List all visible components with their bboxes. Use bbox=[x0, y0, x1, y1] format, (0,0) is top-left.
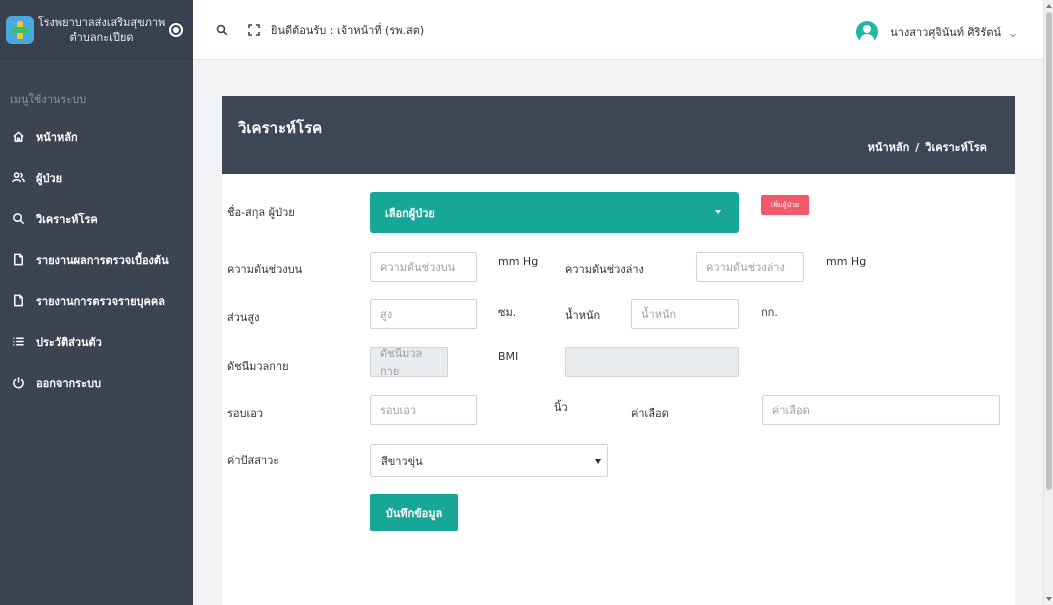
sidebar: โรงพยาบาลส่งเสริมสุขภาพ ตำบลกะเปียด เมนู… bbox=[0, 0, 193, 605]
list-icon bbox=[10, 334, 26, 350]
urine-label: ค่าปัสสาวะ bbox=[227, 454, 280, 467]
user-name: นางสาวศุจินันท์ ศิริรัตน์ bbox=[890, 26, 1001, 39]
breadcrumb-separator: / bbox=[915, 141, 920, 154]
patient-select[interactable]: เลือกผู้ป่วย bbox=[370, 192, 739, 233]
bmi-unit: BMI bbox=[498, 350, 519, 363]
sidebar-item-report-individual[interactable]: รายงานการตรวจรายบุคคล bbox=[0, 280, 193, 321]
breadcrumb-current: วิเคราะห์โรค bbox=[925, 141, 987, 154]
waist-unit: นิ้ว bbox=[554, 401, 568, 414]
weight-unit: กก. bbox=[761, 306, 778, 319]
sidebar-item-label: รายงานการตรวจรายบุคคล bbox=[36, 294, 165, 308]
blood-input[interactable]: ค่าเลือด bbox=[762, 395, 1000, 425]
systolic-label: ความดันช่วงบน bbox=[227, 263, 303, 276]
urine-select[interactable]: สีขาวขุ่น bbox=[370, 444, 608, 477]
analyze-card: วิเคราะห์โรค หน้าหลัก / วิเคราะห์โรค ชื่อ-… bbox=[222, 96, 1015, 605]
chevron-down-icon bbox=[1009, 28, 1017, 38]
height-input[interactable]: สูง bbox=[370, 299, 477, 329]
sidebar-item-patients[interactable]: ผู้ป่วย bbox=[0, 157, 193, 198]
scroll-thumb[interactable] bbox=[1046, 12, 1052, 490]
topbar: ยินดีต้อนรับ : เจ้าหน้าที่ (รพ.สต) นางสา… bbox=[193, 0, 1043, 60]
breadcrumb: หน้าหลัก / วิเคราะห์โรค bbox=[868, 138, 987, 156]
search-icon[interactable] bbox=[215, 23, 229, 37]
sidebar-toggle-icon[interactable] bbox=[169, 22, 183, 37]
waist-label: รอบเอว bbox=[227, 407, 264, 420]
sidebar-item-label: ออกจากระบบ bbox=[36, 376, 101, 390]
bmi-result-field bbox=[565, 347, 739, 377]
brand-line2: ตำบลกะเปียด bbox=[69, 30, 134, 44]
sidebar-item-label: รายงานผลการตรวจเบื้องต้น bbox=[36, 253, 169, 267]
sidebar-item-logout[interactable]: ออกจากระบบ bbox=[0, 362, 193, 403]
power-icon bbox=[10, 375, 26, 391]
card-header: วิเคราะห์โรค หน้าหลัก / วิเคราะห์โรค bbox=[222, 96, 1015, 174]
patient-select-value: เลือกผู้ป่วย bbox=[385, 206, 435, 220]
sidebar-item-label: ประวัติส่วนตัว bbox=[36, 335, 102, 349]
sidebar-item-label: ผู้ป่วย bbox=[36, 171, 63, 185]
weight-label: น้ำหนัก bbox=[565, 309, 601, 322]
scroll-down-arrow-icon[interactable] bbox=[1046, 597, 1052, 601]
urine-select-value: สีขาวขุ่น bbox=[381, 454, 423, 468]
bmi-input: ดัชนีมวลกาย bbox=[370, 347, 448, 378]
height-unit: ซม. bbox=[498, 306, 517, 319]
caret-down-icon bbox=[715, 210, 721, 214]
diastolic-label: ความดันช่วงล่าง bbox=[565, 263, 644, 276]
brand: โรงพยาบาลส่งเสริมสุขภาพ ตำบลกะเปียด bbox=[0, 0, 193, 60]
diastolic-unit: mm Hg bbox=[826, 255, 867, 268]
add-patient-button[interactable]: เพิ่มผู้ป่วย bbox=[761, 195, 809, 215]
sidebar-item-report-basic[interactable]: รายงานผลการตรวจเบื้องต้น bbox=[0, 239, 193, 280]
home-icon bbox=[10, 129, 26, 145]
search-icon bbox=[10, 211, 26, 227]
caret-down-icon bbox=[595, 459, 601, 464]
brand-text: โรงพยาบาลส่งเสริมสุขภาพ ตำบลกะเปียด bbox=[34, 15, 169, 45]
fullscreen-icon[interactable] bbox=[247, 23, 261, 37]
bmi-label: ดัชนีมวลกาย bbox=[227, 360, 289, 373]
waist-input[interactable]: รอบเอว bbox=[370, 395, 477, 425]
sidebar-item-label: หน้าหลัก bbox=[36, 130, 78, 144]
weight-input[interactable]: น้ำหนัก bbox=[631, 299, 739, 329]
systolic-unit: mm Hg bbox=[498, 255, 539, 268]
brand-line1: โรงพยาบาลส่งเสริมสุขภาพ bbox=[37, 15, 166, 29]
sidebar-item-profile[interactable]: ประวัติส่วนตัว bbox=[0, 321, 193, 362]
systolic-input[interactable]: ความดันช่วงบน bbox=[370, 252, 477, 282]
blood-label: ค่าเลือด bbox=[631, 407, 669, 420]
user-menu[interactable]: นางสาวศุจินันท์ ศิริรัตน์ bbox=[856, 21, 1017, 43]
height-label: ส่วนสูง bbox=[227, 311, 260, 324]
sidebar-item-home[interactable]: หน้าหลัก bbox=[0, 116, 193, 157]
patient-label: ชื่อ-สกุล ผู้ป่วย bbox=[227, 206, 295, 219]
users-icon bbox=[10, 170, 26, 186]
save-button[interactable]: บันทึกข้อมูล bbox=[370, 494, 458, 531]
hospital-logo-icon bbox=[6, 15, 34, 44]
diastolic-input[interactable]: ความดันช่วงล่าง bbox=[696, 252, 804, 282]
avatar bbox=[856, 21, 879, 43]
sidebar-item-label: วิเคราะห์โรค bbox=[36, 212, 98, 226]
sidebar-item-analyze[interactable]: วิเคราะห์โรค bbox=[0, 198, 193, 239]
file-icon bbox=[10, 252, 26, 268]
breadcrumb-home[interactable]: หน้าหลัก bbox=[868, 141, 910, 154]
file-icon bbox=[10, 293, 26, 309]
welcome-text: ยินดีต้อนรับ : เจ้าหน้าที่ (รพ.สต) bbox=[271, 23, 425, 37]
scroll-up-arrow-icon[interactable] bbox=[1046, 4, 1052, 8]
page-scrollbar[interactable] bbox=[1043, 0, 1053, 605]
menu-header: เมนูใช้งานระบบ bbox=[10, 93, 87, 106]
page-title: วิเคราะห์โรค bbox=[238, 119, 323, 137]
